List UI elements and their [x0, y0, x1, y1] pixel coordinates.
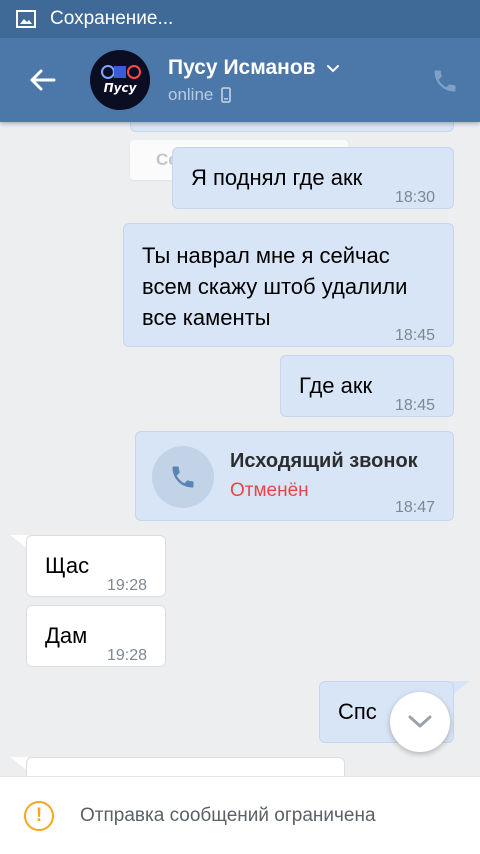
message-bubble-incoming[interactable]: Дам 19:28: [26, 605, 166, 667]
scroll-down-button[interactable]: [390, 692, 450, 752]
avatar-image: Пусу: [90, 50, 150, 110]
message-bubble-incoming[interactable]: Щас 19:28: [26, 535, 166, 597]
message-time: 18:47: [394, 499, 435, 516]
chevron-down-icon: [326, 65, 339, 73]
message-text: Где акк: [299, 373, 373, 398]
contact-status-text: online: [168, 85, 214, 104]
status-text: Сохранение...: [50, 8, 174, 29]
message-bubble-partial: [130, 122, 454, 132]
call-circle: [152, 446, 214, 508]
message-time: 19:28: [106, 647, 147, 664]
avatar[interactable]: Пусу: [90, 50, 150, 110]
message-list[interactable]: Сегодня, 19 августа Я поднял где акк 18:…: [0, 122, 480, 776]
call-status: Отменён: [230, 480, 309, 501]
message-time: 18:45: [394, 397, 435, 414]
warning-icon: !: [24, 800, 54, 831]
image-icon: [16, 10, 36, 28]
restriction-text: Отправка сообщений ограничена: [80, 804, 376, 826]
call-message-bubble[interactable]: Исходящий звонок Отменён 18:47: [135, 431, 454, 521]
contact-name[interactable]: Пусу Исманов: [168, 56, 340, 80]
message-time: 18:30: [394, 189, 435, 206]
back-button[interactable]: [22, 62, 62, 98]
bubble-tail: [452, 681, 470, 695]
status-bar: Сохранение...: [0, 0, 480, 38]
message-text: Я поднял где акк: [191, 165, 363, 190]
call-button[interactable]: [428, 64, 462, 98]
chevron-down-icon: [408, 715, 432, 728]
message-bubble-outgoing[interactable]: Ты наврал мне я сейчас всем скажу штоб у…: [123, 223, 454, 347]
message-text: Щас: [45, 553, 90, 578]
chat-header: Пусу Пусу Исманов online: [0, 38, 480, 122]
message-text: Спс: [338, 699, 377, 724]
phone-icon: [434, 70, 456, 92]
contact-status: online: [168, 85, 232, 105]
message-bubble-incoming[interactable]: М: [26, 757, 345, 776]
phone-icon: [172, 466, 194, 488]
avatar-label: Пусу: [104, 81, 138, 95]
message-bubble-outgoing[interactable]: Где акк 18:45: [280, 355, 454, 417]
message-time: 19:28: [106, 577, 147, 594]
composer-restricted-bar: ! Отправка сообщений ограничена: [0, 776, 480, 854]
contact-name-text: Пусу Исманов: [168, 56, 316, 79]
call-title: Исходящий звонок: [230, 450, 418, 472]
mobile-device-icon: [221, 87, 232, 103]
message-time: 18:45: [394, 327, 435, 344]
arrow-left-icon: [30, 69, 56, 91]
message-bubble-outgoing[interactable]: Я поднял где акк 18:30: [172, 147, 454, 209]
message-text: Дам: [45, 623, 88, 648]
